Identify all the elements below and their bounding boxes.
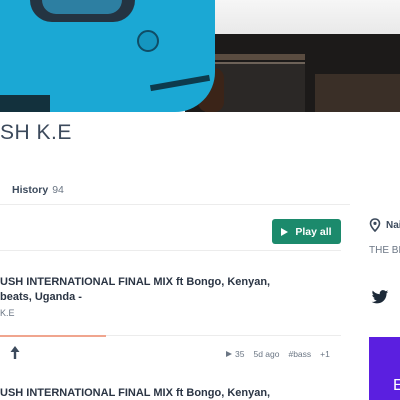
play-count-icon bbox=[226, 351, 232, 357]
tabs-divider bbox=[0, 204, 350, 205]
mix-title[interactable]: USH INTERNATIONAL FINAL MIX ft Bongo, Ke… bbox=[0, 275, 290, 305]
location-text: Nai bbox=[386, 220, 400, 231]
tab-history-label: History bbox=[12, 184, 49, 196]
mix-meta: 35 5d ago #bass +1 bbox=[226, 349, 330, 359]
cover-photo bbox=[0, 0, 400, 112]
play-icon bbox=[281, 227, 289, 236]
play-all-label: Play all bbox=[295, 225, 332, 238]
mix-tag[interactable]: #bass bbox=[288, 349, 311, 359]
tab-history[interactable]: History 94 bbox=[12, 184, 64, 196]
promo-banner[interactable]: E bbox=[369, 337, 400, 400]
mix-owner[interactable]: K.E bbox=[0, 308, 15, 318]
map-pin-icon bbox=[369, 218, 381, 232]
upload-arrow-icon bbox=[10, 346, 20, 359]
mix-age: 5d ago bbox=[253, 349, 280, 359]
mix-progress-track bbox=[106, 335, 341, 336]
mix-more-tags[interactable]: +1 bbox=[320, 349, 330, 359]
cover-person-shirt bbox=[0, 0, 215, 112]
mix-title[interactable]: USH INTERNATIONAL FINAL MIX ft Bongo, Ke… bbox=[0, 386, 290, 400]
mix-progress-bar bbox=[0, 335, 106, 337]
promo-text: E bbox=[393, 377, 400, 394]
shirt-crest-icon bbox=[137, 30, 159, 52]
tab-history-count: 94 bbox=[52, 184, 64, 196]
bio-text: THE BE bbox=[369, 245, 400, 256]
play-all-button[interactable]: Play all bbox=[272, 219, 341, 244]
twitter-icon[interactable] bbox=[371, 290, 389, 305]
list-divider bbox=[0, 250, 341, 251]
channel-name: SH K.E bbox=[0, 121, 72, 144]
mix-plays: 35 bbox=[226, 349, 244, 359]
